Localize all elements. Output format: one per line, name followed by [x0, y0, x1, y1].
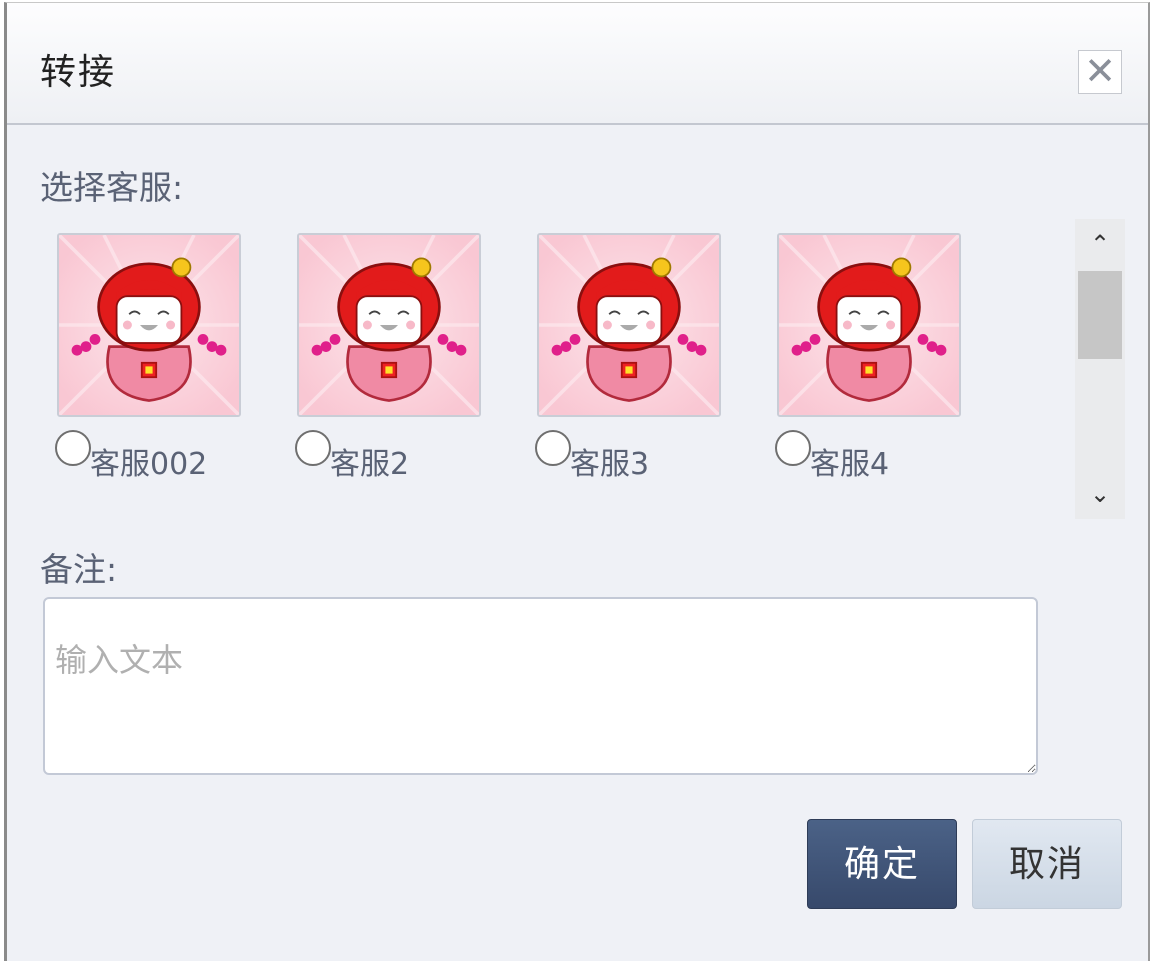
cancel-button[interactable]: 取消	[972, 819, 1122, 909]
agent-name: 客服002	[90, 447, 208, 482]
agent-item[interactable]: 客服3	[535, 233, 745, 493]
note-label: 备注:	[40, 550, 118, 589]
agent-radio[interactable]	[535, 430, 571, 466]
girl-avatar-icon	[779, 235, 959, 415]
select-agent-label: 选择客服:	[40, 168, 184, 207]
chevron-down-icon: ⌄	[1089, 480, 1111, 508]
agent-name: 客服2	[330, 447, 410, 482]
dialog-title: 转接	[40, 52, 117, 93]
agent-avatar[interactable]	[777, 233, 961, 417]
girl-avatar-icon	[299, 235, 479, 415]
agent-item[interactable]: 客服2	[295, 233, 505, 493]
agent-option[interactable]: 客服4	[775, 430, 889, 482]
girl-avatar-icon	[59, 235, 239, 415]
scroll-down-button[interactable]: ⌄	[1075, 469, 1125, 519]
transfer-dialog: 转接 ✕ 选择客服: 客服002 客服2 客服3 客服4 ⌃ ⌄ 备注: 输入文…	[4, 2, 1150, 961]
agent-list-scrollbar[interactable]: ⌃ ⌄	[1075, 219, 1125, 519]
girl-avatar-icon	[539, 235, 719, 415]
close-button[interactable]: ✕	[1078, 50, 1122, 94]
agent-item[interactable]: 客服002	[55, 233, 265, 493]
close-icon: ✕	[1084, 49, 1116, 93]
scroll-thumb[interactable]	[1078, 271, 1122, 359]
agent-option[interactable]: 客服3	[535, 430, 649, 482]
agent-item[interactable]: 客服4	[775, 233, 985, 493]
note-input[interactable]	[43, 597, 1038, 775]
agent-name: 客服4	[810, 447, 890, 482]
agent-option[interactable]: 客服002	[55, 430, 207, 482]
agent-name: 客服3	[570, 447, 650, 482]
scroll-up-button[interactable]: ⌃	[1075, 219, 1125, 269]
agent-radio[interactable]	[295, 430, 331, 466]
dialog-titlebar: 转接 ✕	[7, 3, 1148, 125]
chevron-up-icon: ⌃	[1089, 230, 1111, 258]
agent-option[interactable]: 客服2	[295, 430, 409, 482]
agent-avatar[interactable]	[537, 233, 721, 417]
agent-radio[interactable]	[55, 430, 91, 466]
confirm-button[interactable]: 确定	[807, 819, 957, 909]
agent-avatar[interactable]	[297, 233, 481, 417]
agent-avatar[interactable]	[57, 233, 241, 417]
agent-list: 客服002 客服2 客服3 客服4	[55, 233, 1065, 523]
agent-radio[interactable]	[775, 430, 811, 466]
